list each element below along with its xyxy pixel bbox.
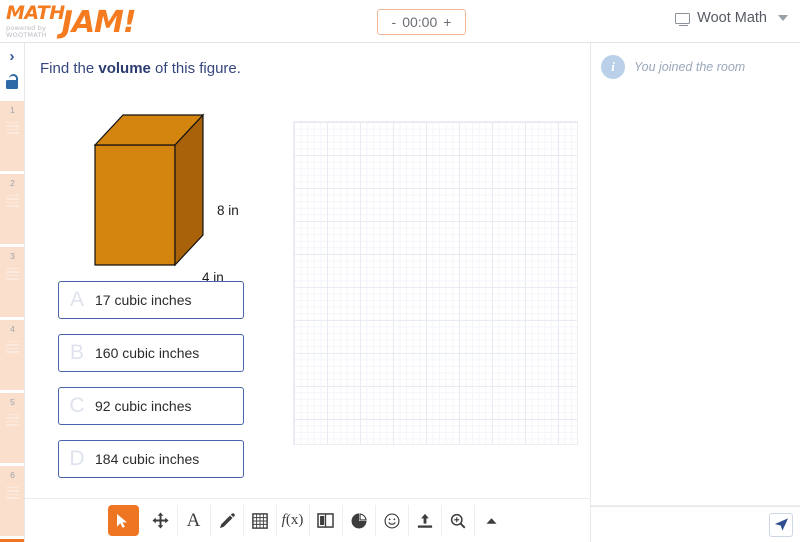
answer-option-letter: C bbox=[69, 394, 85, 417]
emoji-tool[interactable] bbox=[376, 505, 409, 536]
answer-option[interactable]: B 160 cubic inches bbox=[58, 334, 244, 372]
chevron-right-icon[interactable]: › bbox=[10, 49, 15, 64]
answer-option-text: 92 cubic inches bbox=[95, 398, 192, 414]
timer-decrease-button[interactable]: - bbox=[392, 14, 397, 30]
slide-preview-lines bbox=[6, 267, 19, 280]
select-tool[interactable] bbox=[107, 505, 139, 536]
chat-input-row bbox=[591, 506, 800, 542]
unlock-icon[interactable] bbox=[5, 74, 19, 89]
app-header: MATH powered by WOOTMATH JAM! - 00:00 + … bbox=[0, 0, 800, 43]
chat-input[interactable] bbox=[591, 506, 769, 542]
collapse-toolbar[interactable] bbox=[475, 505, 508, 536]
slide-number: 5 bbox=[10, 397, 15, 407]
user-menu[interactable]: Woot Math bbox=[675, 10, 788, 27]
answer-option-text: 17 cubic inches bbox=[95, 292, 192, 308]
user-name-label: Woot Math bbox=[697, 10, 767, 26]
upload-tool[interactable] bbox=[409, 505, 442, 536]
slide-thumbnail[interactable]: 3 bbox=[0, 247, 24, 317]
slide-thumbnail[interactable]: 4 bbox=[0, 320, 24, 390]
zoom-tool[interactable] bbox=[442, 505, 475, 536]
answer-option-letter: D bbox=[69, 447, 85, 470]
slide-thumbnail[interactable]: 5 bbox=[0, 393, 24, 463]
screen-icon bbox=[675, 12, 691, 27]
slide-thumbnail[interactable]: 1 bbox=[0, 101, 24, 171]
tool-list: Af(x) bbox=[107, 505, 508, 536]
prism-height-label: 8 in bbox=[217, 203, 239, 218]
question-text-post: of this figure. bbox=[150, 60, 241, 77]
answer-option[interactable]: A 17 cubic inches bbox=[58, 281, 244, 319]
rail-controls: › bbox=[0, 43, 24, 101]
answer-option[interactable]: C 92 cubic inches bbox=[58, 387, 244, 425]
slide-thumbnail[interactable]: 2 bbox=[0, 174, 24, 244]
slide-rail: › 1234567 bbox=[0, 43, 25, 542]
mathjam-logo[interactable]: MATH powered by WOOTMATH JAM! bbox=[6, 2, 138, 40]
logo-math-text: MATH bbox=[6, 2, 65, 24]
chat-system-message: i You joined the room bbox=[591, 43, 800, 79]
question-prompt: Find the volume of this figure. bbox=[40, 60, 241, 77]
send-icon[interactable] bbox=[769, 512, 793, 537]
logo-jam-text: JAM! bbox=[61, 4, 137, 40]
slide-number: 3 bbox=[10, 251, 15, 261]
graph-paper-workspace[interactable] bbox=[293, 121, 578, 445]
rectangular-prism-figure: 8 in 4 in 5 in bbox=[90, 105, 260, 303]
send-arrow-svg bbox=[774, 518, 788, 531]
answer-option-text: 184 cubic inches bbox=[95, 451, 200, 467]
chat-panel: i You joined the room bbox=[590, 43, 800, 542]
chevron-down-icon[interactable] bbox=[778, 15, 788, 21]
slide-number: 6 bbox=[10, 470, 15, 480]
slide-preview-lines bbox=[6, 413, 19, 426]
logo-left-block: MATH powered by WOOTMATH bbox=[6, 4, 65, 38]
info-icon: i bbox=[601, 55, 625, 79]
timer-value: 00:00 bbox=[402, 14, 438, 30]
prism-front-face bbox=[94, 144, 176, 266]
slide-preview-lines bbox=[6, 121, 19, 134]
move-tool[interactable] bbox=[145, 505, 178, 536]
answer-option-letter: B bbox=[69, 341, 84, 364]
slide-canvas: Find the volume of this figure. 8 in 4 i… bbox=[25, 43, 590, 498]
slide-thumbnail-list: 1234567 bbox=[0, 101, 24, 542]
timer-increase-button[interactable]: + bbox=[443, 14, 451, 30]
question-keyword: volume bbox=[98, 60, 151, 77]
answer-option-letter: A bbox=[69, 288, 84, 311]
slide-preview-lines bbox=[6, 486, 19, 499]
answer-option[interactable]: D 184 cubic inches bbox=[58, 440, 244, 478]
grid-tool[interactable] bbox=[244, 505, 277, 536]
chat-message-text: You joined the room bbox=[634, 60, 746, 74]
slide-number: 4 bbox=[10, 324, 15, 334]
answer-option-text: 160 cubic inches bbox=[95, 345, 200, 361]
logo-brand-text: WOOTMATH bbox=[6, 30, 47, 39]
pie-chart-tool[interactable] bbox=[343, 505, 376, 536]
session-timer[interactable]: - 00:00 + bbox=[377, 9, 466, 35]
pencil-tool[interactable] bbox=[211, 505, 244, 536]
slide-thumbnail[interactable]: 6 bbox=[0, 466, 24, 536]
function-tool[interactable]: f(x) bbox=[277, 505, 310, 536]
slide-preview-lines bbox=[6, 340, 19, 353]
answer-options: A 17 cubic inches B 160 cubic inches C 92 cub… bbox=[58, 281, 244, 493]
text-tool[interactable]: A bbox=[178, 505, 211, 536]
question-text-pre: Find the bbox=[40, 60, 99, 77]
lock-body bbox=[6, 80, 18, 89]
prism-svg bbox=[93, 113, 205, 267]
slide-preview-lines bbox=[6, 194, 19, 207]
slide-number: 2 bbox=[10, 178, 15, 188]
drawing-toolbar: Af(x) bbox=[25, 498, 590, 542]
columns-tool[interactable] bbox=[310, 505, 343, 536]
app-root: MATH powered by WOOTMATH JAM! - 00:00 + … bbox=[0, 0, 800, 542]
slide-number: 1 bbox=[10, 105, 15, 115]
